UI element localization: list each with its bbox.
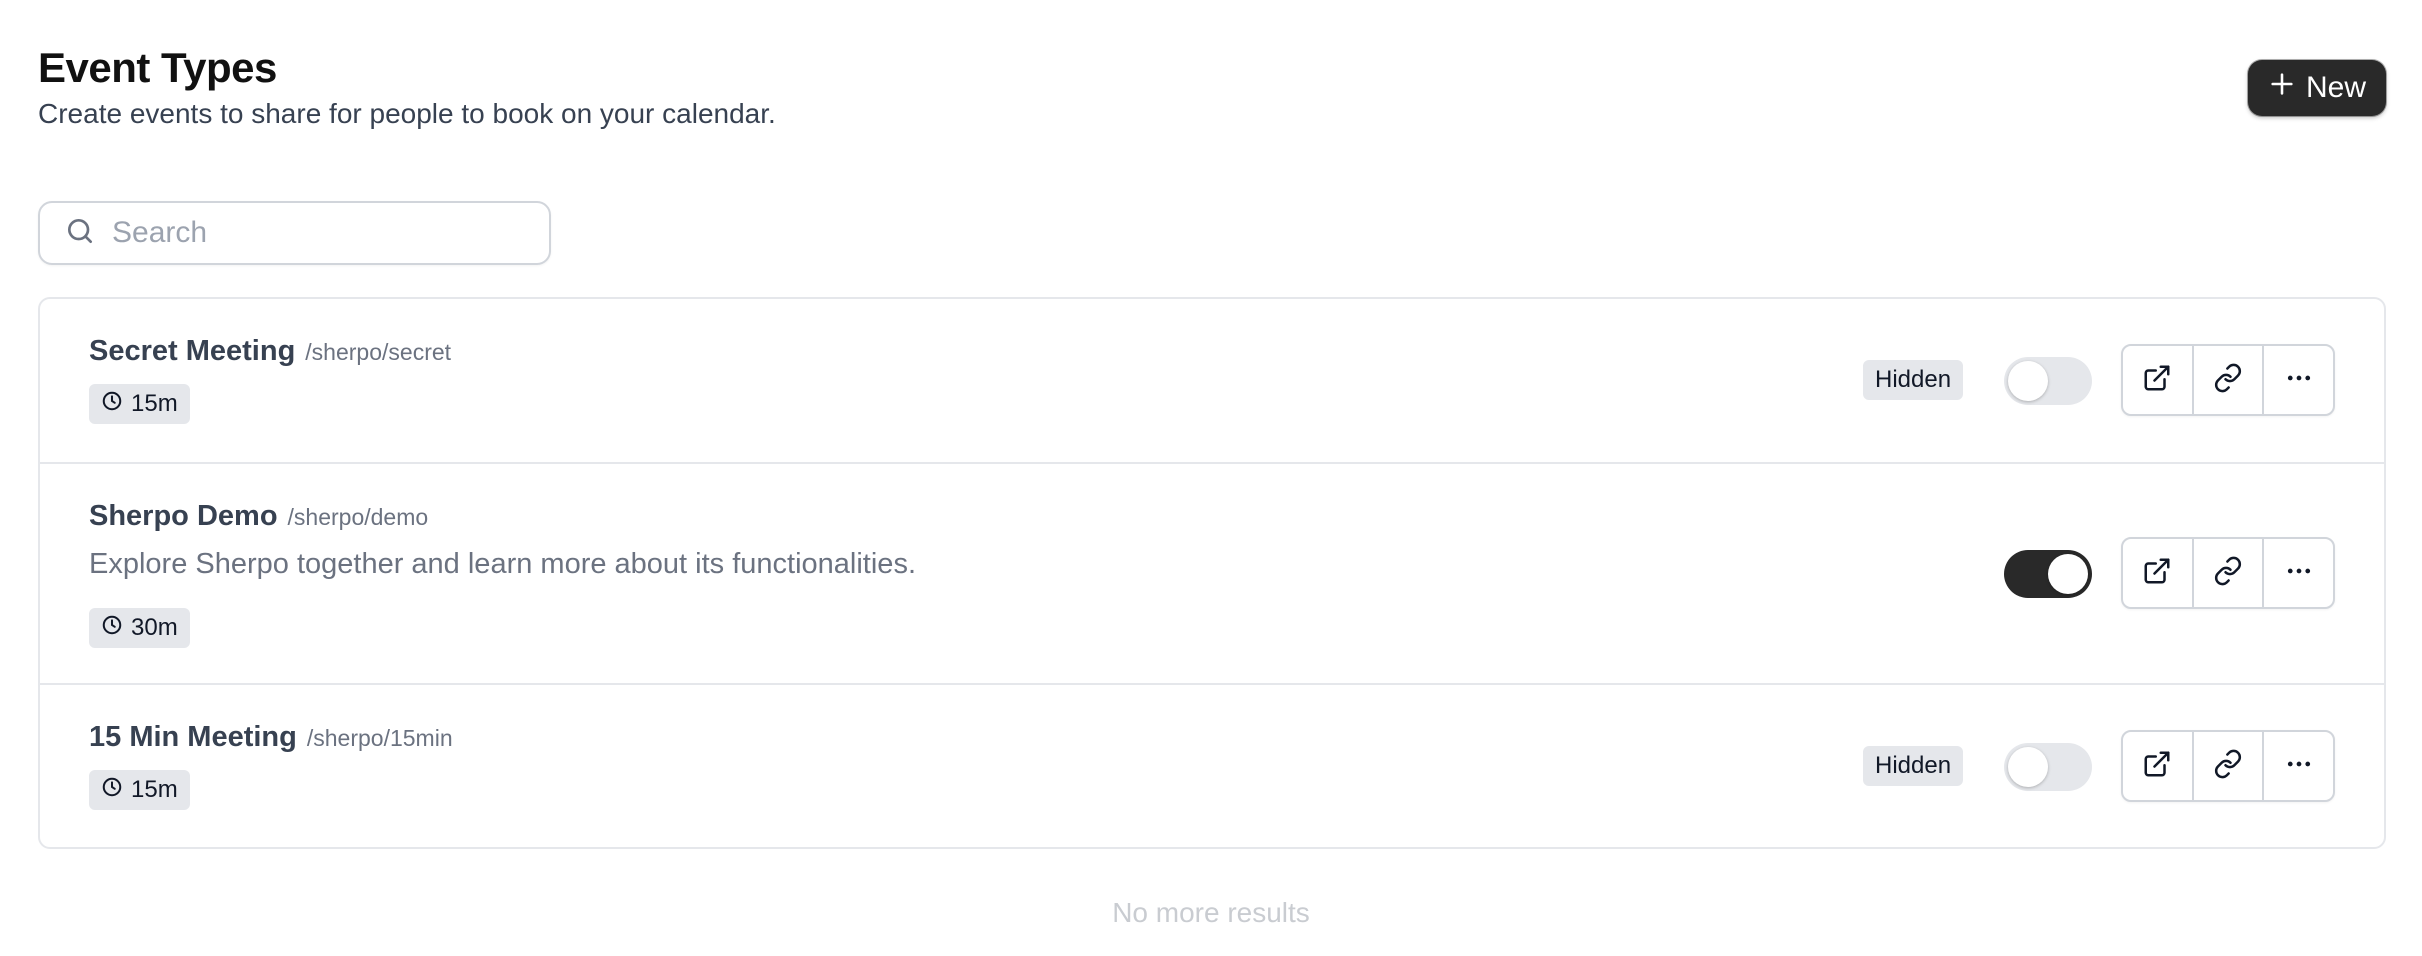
page-title: Event Types <box>38 44 277 91</box>
clock-icon <box>101 776 123 805</box>
event-description: Explore Sherpo together and learn more a… <box>89 548 916 580</box>
new-event-type-button[interactable]: New <box>2247 60 2386 116</box>
hidden-badge: Hidden <box>1863 360 1964 400</box>
event-type-row[interactable]: 15 Min Meeting /sherpo/15min 15m Hidden <box>40 685 2384 847</box>
hidden-badge: Hidden <box>1863 746 1964 786</box>
event-title[interactable]: Sherpo Demo <box>89 500 278 533</box>
event-title[interactable]: 15 Min Meeting <box>89 721 297 754</box>
visibility-toggle[interactable] <box>2004 357 2092 405</box>
event-types-list: Secret Meeting /sherpo/secret 15m Hidden <box>38 297 2386 849</box>
event-slug: /sherpo/secret <box>305 339 452 365</box>
visibility-toggle[interactable] <box>2004 743 2092 791</box>
toggle-knob <box>2008 361 2048 401</box>
event-actions <box>2121 730 2335 802</box>
clock-icon <box>101 390 123 419</box>
visibility-toggle[interactable] <box>2004 550 2092 598</box>
duration-label: 15m <box>131 390 178 417</box>
copy-link-button[interactable] <box>2191 346 2263 414</box>
event-actions <box>2121 537 2335 609</box>
page-subtitle: Create events to share for people to boo… <box>38 98 776 129</box>
duration-badge: 15m <box>89 384 190 424</box>
link-icon <box>2213 556 2243 591</box>
event-type-row[interactable]: Sherpo Demo /sherpo/demo Explore Sherpo … <box>40 464 2384 685</box>
event-title-line: Secret Meeting /sherpo/secret <box>89 335 451 368</box>
event-title-line: Sherpo Demo /sherpo/demo <box>89 500 428 533</box>
event-slug: /sherpo/demo <box>287 504 429 530</box>
plus-icon <box>2268 70 2296 106</box>
event-title[interactable]: Secret Meeting <box>89 335 295 368</box>
search-input[interactable] <box>110 215 514 251</box>
more-horizontal-icon <box>2284 363 2314 398</box>
external-link-icon <box>2142 363 2172 398</box>
external-link-icon <box>2142 556 2172 591</box>
duration-badge: 15m <box>89 770 190 810</box>
more-horizontal-icon <box>2284 749 2314 784</box>
duration-badge: 30m <box>89 608 190 648</box>
toggle-knob <box>2008 747 2048 787</box>
event-type-row[interactable]: Secret Meeting /sherpo/secret 15m Hidden <box>40 299 2384 464</box>
clock-icon <box>101 614 123 643</box>
preview-button[interactable] <box>2123 732 2192 800</box>
link-icon <box>2213 749 2243 784</box>
more-horizontal-icon <box>2284 556 2314 591</box>
more-options-button[interactable] <box>2262 732 2333 800</box>
search-icon <box>40 215 96 252</box>
event-title-line: 15 Min Meeting /sherpo/15min <box>89 721 453 754</box>
more-options-button[interactable] <box>2262 346 2333 414</box>
more-options-button[interactable] <box>2262 539 2333 607</box>
event-actions <box>2121 344 2335 416</box>
event-slug: /sherpo/15min <box>306 725 453 751</box>
event-types-page: Event Types Create events to share for p… <box>0 0 2422 956</box>
toggle-knob <box>2048 554 2088 594</box>
link-icon <box>2213 363 2243 398</box>
duration-label: 15m <box>131 776 178 803</box>
copy-link-button[interactable] <box>2191 732 2263 800</box>
preview-button[interactable] <box>2123 346 2192 414</box>
duration-label: 30m <box>131 614 178 641</box>
search-field[interactable] <box>38 201 551 265</box>
no-more-results: No more results <box>1112 897 1310 928</box>
external-link-icon <box>2142 749 2172 784</box>
new-button-label: New <box>2305 71 2366 104</box>
preview-button[interactable] <box>2123 539 2192 607</box>
copy-link-button[interactable] <box>2191 539 2263 607</box>
